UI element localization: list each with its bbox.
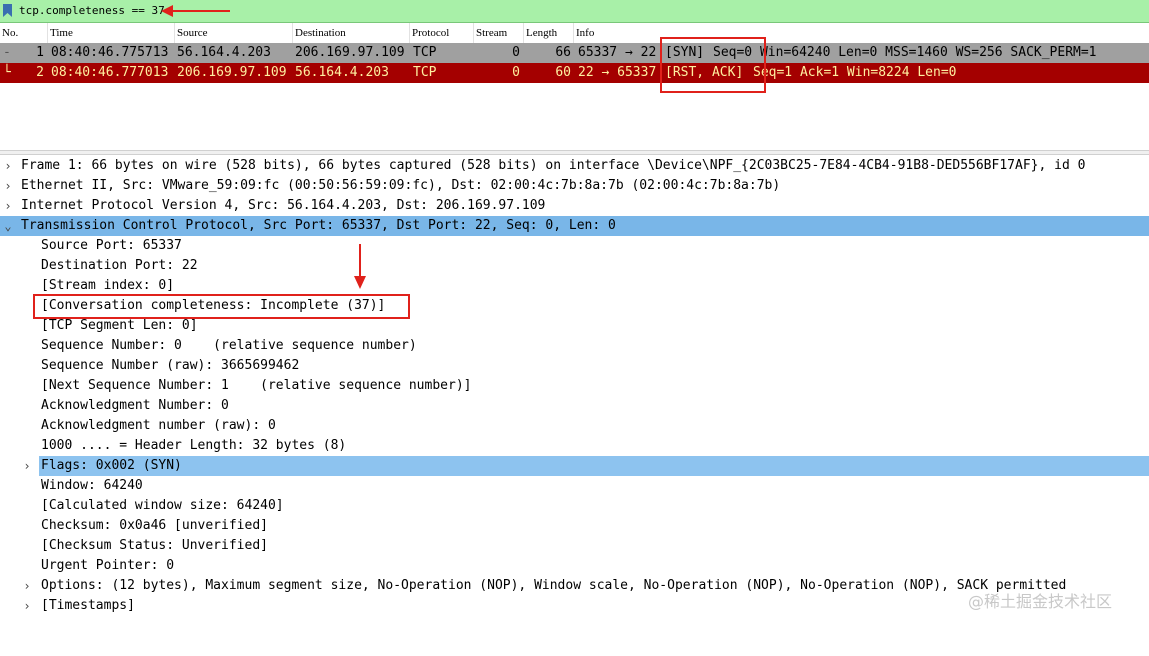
packet-source: 206.169.97.109: [177, 65, 287, 80]
column-source[interactable]: Source: [175, 23, 293, 43]
bookmark-icon[interactable]: [3, 4, 12, 17]
chevron-right-icon[interactable]: ›: [21, 576, 33, 596]
packet-info-details: Seq=1 Ack=1 Win=8224 Len=0: [753, 65, 957, 80]
pane-splitter[interactable]: [0, 150, 1149, 155]
column-time[interactable]: Time: [48, 23, 175, 43]
tcp-field[interactable]: Destination Port: 22: [0, 256, 1149, 276]
detail-frame[interactable]: › Frame 1: 66 bytes on wire (528 bits), …: [0, 156, 1149, 176]
packet-info-ports: 22 → 65337: [578, 65, 657, 80]
tcp-field[interactable]: Checksum: 0x0a46 [unverified]: [0, 516, 1149, 536]
tcp-field-flags[interactable]: › Flags: 0x002 (SYN): [0, 456, 1149, 476]
chevron-right-icon[interactable]: ›: [2, 196, 14, 216]
column-destination[interactable]: Destination: [293, 23, 410, 43]
tree-connector-icon: -: [3, 45, 11, 60]
packet-length: 60: [555, 65, 571, 80]
packet-destination: 56.164.4.203: [295, 65, 389, 80]
packet-protocol: TCP: [413, 45, 437, 60]
packet-no: 1: [36, 45, 44, 60]
column-protocol[interactable]: Protocol: [410, 23, 474, 43]
watermark: @稀土掘金技术社区: [968, 592, 1113, 611]
annotation-arrow-left-icon: [161, 5, 230, 17]
detail-ethernet[interactable]: › Ethernet II, Src: VMware_59:09:fc (00:…: [0, 176, 1149, 196]
tcp-field[interactable]: Source Port: 65337: [0, 236, 1149, 256]
packet-stream: 0: [512, 65, 520, 80]
packet-row[interactable]: - 1 08:40:46.775713 56.164.4.203 206.169…: [0, 43, 1149, 63]
chevron-right-icon[interactable]: ›: [2, 176, 14, 196]
annotation-box-completeness: [33, 294, 410, 319]
packet-stream: 0: [512, 45, 520, 60]
detail-ip[interactable]: › Internet Protocol Version 4, Src: 56.1…: [0, 196, 1149, 216]
tcp-field[interactable]: [Calculated window size: 64240]: [0, 496, 1149, 516]
tcp-field[interactable]: Window: 64240: [0, 476, 1149, 496]
tcp-field[interactable]: [Next Sequence Number: 1 (relative seque…: [0, 376, 1149, 396]
chevron-down-icon[interactable]: ⌄: [2, 216, 14, 236]
packet-list-header: No. Time Source Destination Protocol Str…: [0, 23, 1149, 44]
tcp-field[interactable]: 1000 .... = Header Length: 32 bytes (8): [0, 436, 1149, 456]
tcp-field[interactable]: Acknowledgment number (raw): 0: [0, 416, 1149, 436]
selection-highlight: [39, 456, 1149, 476]
packet-source: 56.164.4.203: [177, 45, 271, 60]
tcp-field[interactable]: Urgent Pointer: 0: [0, 556, 1149, 576]
chevron-right-icon[interactable]: ›: [21, 596, 33, 616]
packet-info-details: Seq=0 Win=64240 Len=0 MSS=1460 WS=256 SA…: [713, 45, 1097, 60]
packet-destination: 206.169.97.109: [295, 45, 405, 60]
tcp-field[interactable]: Sequence Number: 0 (relative sequence nu…: [0, 336, 1149, 356]
tree-connector-icon: └: [3, 65, 11, 80]
packet-time: 08:40:46.777013: [51, 65, 169, 80]
packet-info-ports: 65337 → 22: [578, 45, 657, 60]
tcp-field[interactable]: [TCP Segment Len: 0]: [0, 316, 1149, 336]
packet-no: 2: [36, 65, 44, 80]
tcp-field[interactable]: Acknowledgment Number: 0: [0, 396, 1149, 416]
packet-protocol: TCP: [413, 65, 437, 80]
display-filter-bar[interactable]: tcp.completeness == 37: [0, 0, 1149, 23]
column-stream[interactable]: Stream: [474, 23, 524, 43]
packet-length: 66: [555, 45, 571, 60]
detail-tcp-selected[interactable]: ⌄ Transmission Control Protocol, Src Por…: [0, 216, 1149, 236]
packet-time: 08:40:46.775713: [51, 45, 169, 60]
column-no[interactable]: No.: [0, 23, 48, 43]
column-length[interactable]: Length: [524, 23, 574, 43]
annotation-box-flags: [660, 37, 766, 93]
tcp-field[interactable]: Sequence Number (raw): 3665699462: [0, 356, 1149, 376]
chevron-right-icon[interactable]: ›: [2, 156, 14, 176]
display-filter-input[interactable]: tcp.completeness == 37: [19, 4, 165, 17]
tcp-field[interactable]: [Checksum Status: Unverified]: [0, 536, 1149, 556]
annotation-arrow-down-icon: [354, 244, 366, 289]
chevron-right-icon[interactable]: ›: [21, 456, 33, 476]
tcp-field[interactable]: [Stream index: 0]: [0, 276, 1149, 296]
packet-row[interactable]: └ 2 08:40:46.777013 206.169.97.109 56.16…: [0, 63, 1149, 83]
